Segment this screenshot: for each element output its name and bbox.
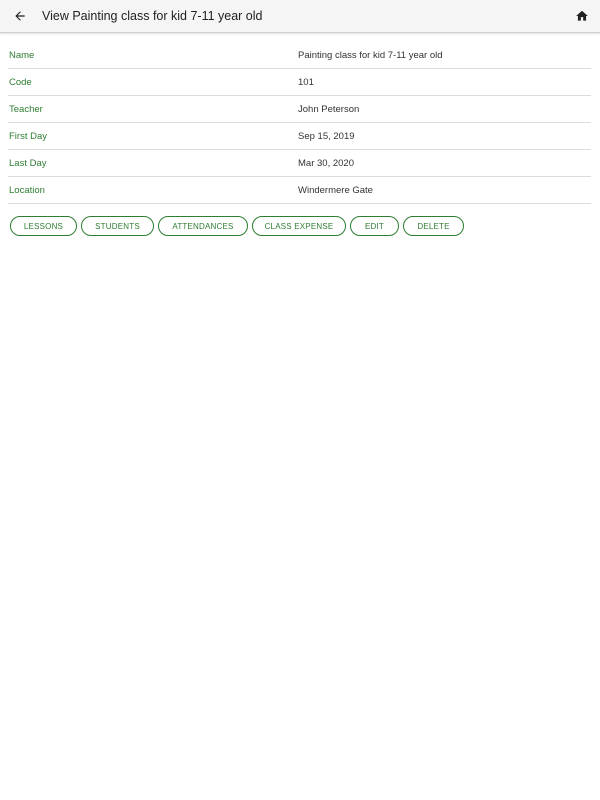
detail-row-teacher: Teacher John Peterson bbox=[8, 96, 591, 123]
edit-button[interactable]: EDIT bbox=[350, 216, 399, 236]
detail-label: Last Day bbox=[9, 157, 47, 169]
app-bar: View Painting class for kid 7-11 year ol… bbox=[0, 0, 600, 33]
home-icon bbox=[576, 10, 588, 21]
detail-label: Code bbox=[9, 76, 32, 88]
class-expense-button[interactable]: CLASS EXPENSE bbox=[252, 216, 346, 236]
lessons-button[interactable]: LESSONS bbox=[10, 216, 77, 236]
arrow-left-icon bbox=[15, 11, 25, 21]
detail-value: 101 bbox=[298, 76, 314, 88]
detail-row-location: Location Windermere Gate bbox=[8, 177, 591, 204]
detail-value: Painting class for kid 7-11 year old bbox=[298, 49, 443, 61]
detail-row-first-day: First Day Sep 15, 2019 bbox=[8, 123, 591, 150]
back-button[interactable] bbox=[8, 4, 32, 28]
action-buttons: LESSONS STUDENTS ATTENDANCES CLASS EXPEN… bbox=[10, 216, 464, 236]
detail-value: Sep 15, 2019 bbox=[298, 130, 355, 142]
detail-row-last-day: Last Day Mar 30, 2020 bbox=[8, 150, 591, 177]
delete-button[interactable]: DELETE bbox=[403, 216, 464, 236]
detail-label: Name bbox=[9, 49, 35, 61]
detail-label: First Day bbox=[9, 130, 47, 142]
students-button[interactable]: STUDENTS bbox=[81, 216, 154, 236]
class-details: Name Painting class for kid 7-11 year ol… bbox=[8, 42, 591, 204]
detail-value: John Peterson bbox=[298, 103, 360, 115]
detail-label: Teacher bbox=[9, 103, 43, 115]
page-title: View Painting class for kid 7-11 year ol… bbox=[42, 9, 263, 23]
detail-row-code: Code 101 bbox=[8, 69, 591, 96]
attendances-button[interactable]: ATTENDANCES bbox=[158, 216, 248, 236]
detail-value: Windermere Gate bbox=[298, 184, 373, 196]
detail-value: Mar 30, 2020 bbox=[298, 157, 354, 169]
home-button[interactable] bbox=[570, 4, 594, 28]
detail-label: Location bbox=[9, 184, 45, 196]
detail-row-name: Name Painting class for kid 7-11 year ol… bbox=[8, 42, 591, 69]
